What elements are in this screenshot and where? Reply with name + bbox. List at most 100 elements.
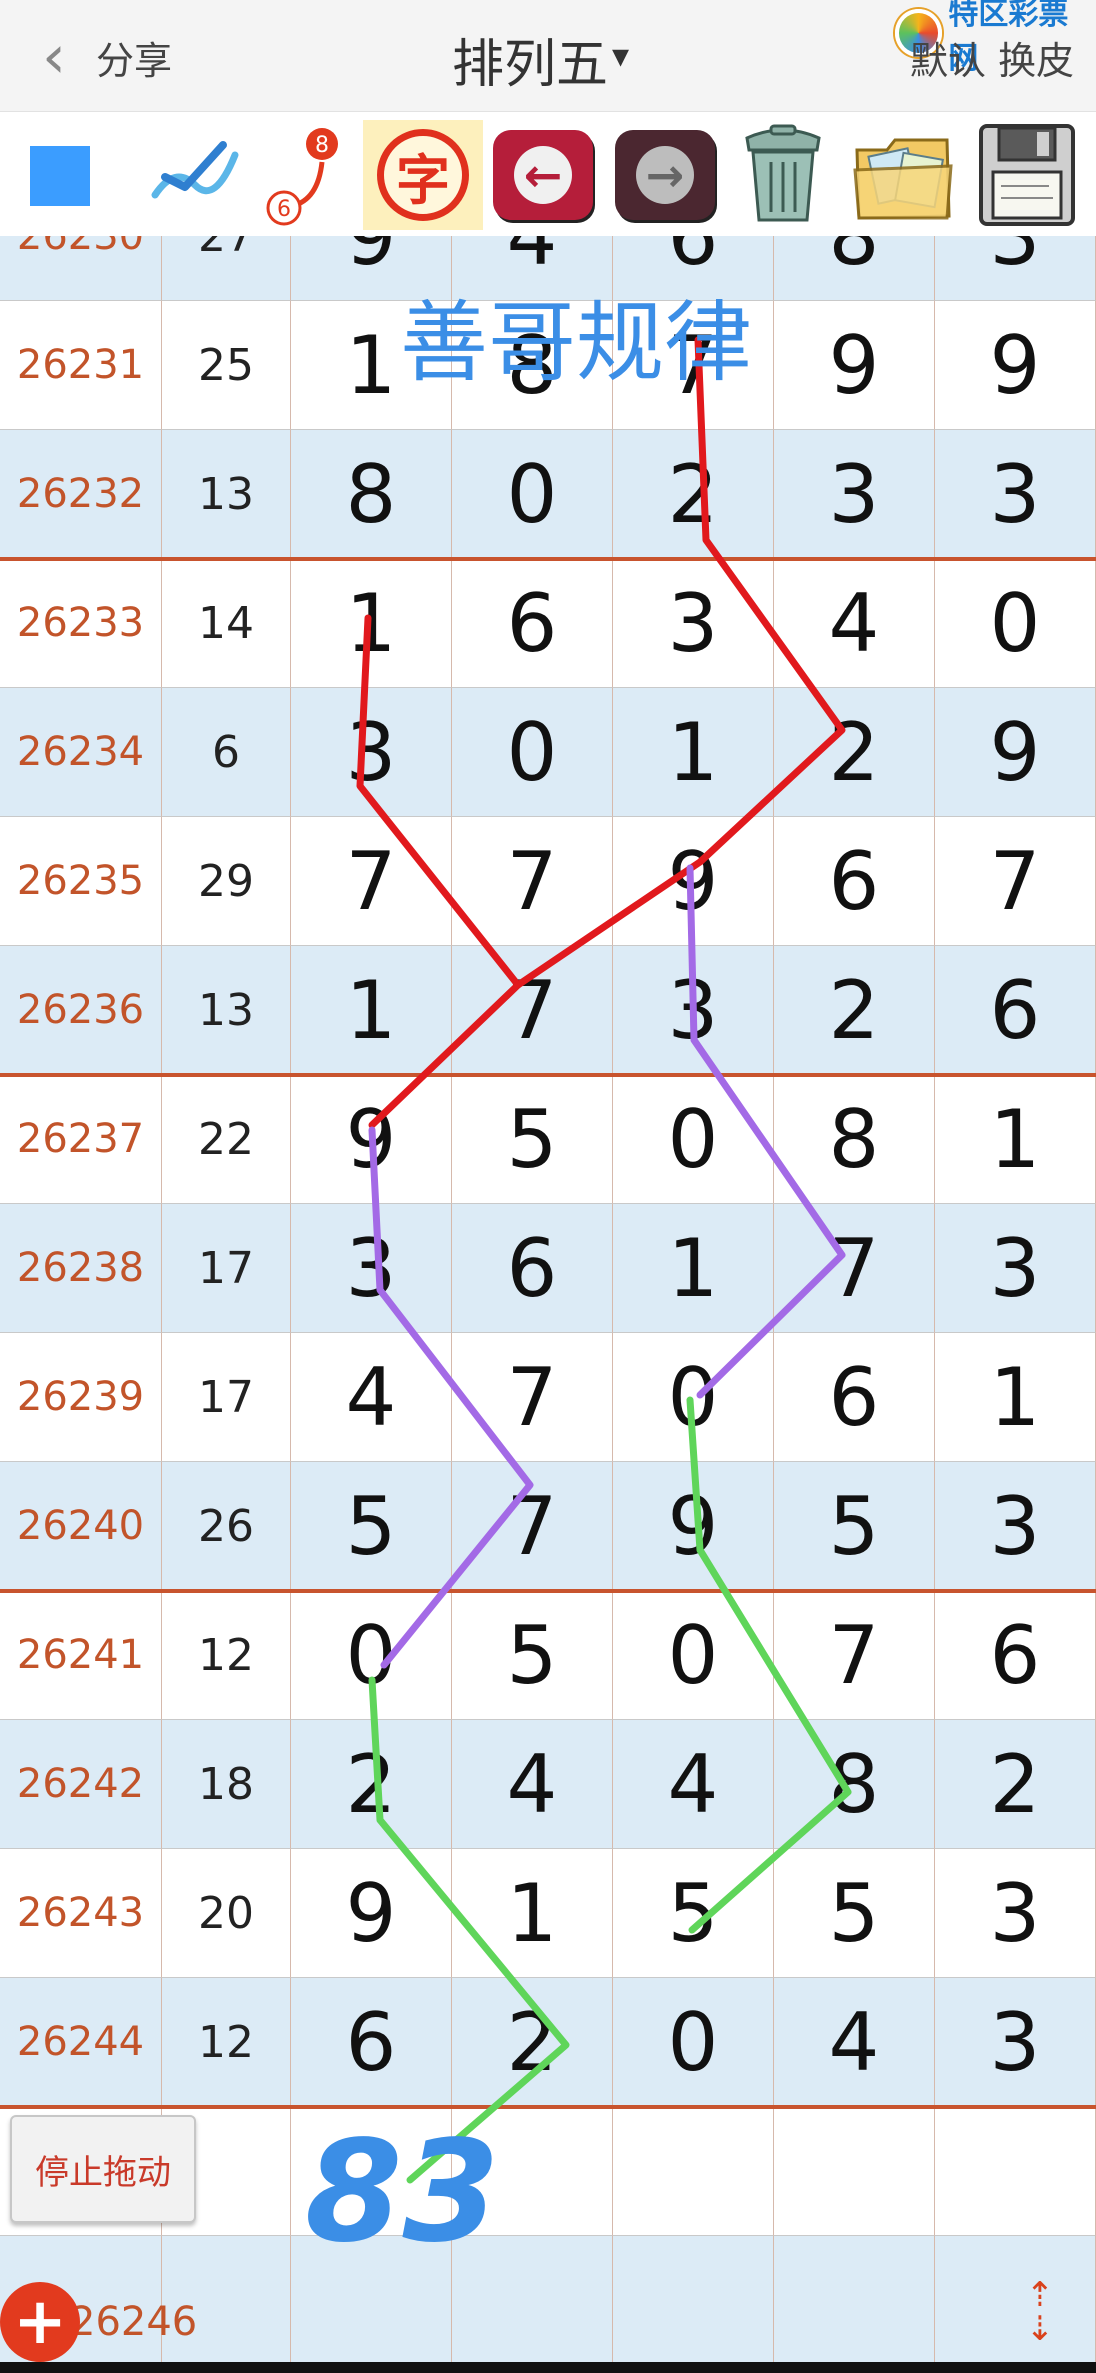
digit-cell-position-3[interactable]: 3 <box>613 946 774 1075</box>
digit-cell-position-4[interactable]: 2 <box>774 688 935 817</box>
digit-cell-position-2[interactable]: 5 <box>452 1075 613 1204</box>
digit-cell-position-5[interactable]: 0 <box>935 559 1096 688</box>
up-down-arrows-icon[interactable]: ⇡ ⇣ <box>1018 2270 1062 2354</box>
digit-cell-position-5[interactable]: 3 <box>935 1204 1096 1333</box>
digit-cell-position-2[interactable]: 4 <box>452 1720 613 1849</box>
digit-cell-position-2[interactable]: 7 <box>452 1333 613 1462</box>
share-button[interactable]: 分享 <box>96 30 172 85</box>
digit-cell-position-1[interactable]: 5 <box>291 1462 452 1591</box>
digit-cell-position-5[interactable]: 3 <box>935 1978 1096 2107</box>
digit-cell-position-3[interactable]: 1 <box>613 1204 774 1333</box>
stop-drag-button[interactable]: 停止拖动 <box>10 2115 196 2223</box>
digit-cell-position-3[interactable]: 1 <box>613 688 774 817</box>
issue-number-cell: 26234 <box>0 688 162 817</box>
digit-cell-position-3[interactable]: 0 <box>613 1075 774 1204</box>
digit-cell-position-4[interactable]: 4 <box>774 1978 935 2107</box>
next-issue-number: 26246 <box>70 2299 198 2345</box>
digit-cell-position-2[interactable]: 0 <box>452 430 613 559</box>
digit-cell-position-1[interactable]: 1 <box>291 946 452 1075</box>
text-tool-button[interactable]: 字 <box>363 120 483 230</box>
digit-cell-position-4[interactable]: 4 <box>774 559 935 688</box>
digit-cell-position-5[interactable]: 3 <box>935 236 1096 301</box>
digit-cell-position-3[interactable]: 3 <box>613 559 774 688</box>
digit-cell-position-4[interactable]: 6 <box>774 817 935 946</box>
lottery-type-selector[interactable]: 排列五 <box>452 22 608 97</box>
empty-cell[interactable] <box>935 2236 1096 2365</box>
empty-cell[interactable] <box>774 2236 935 2365</box>
digit-cell-position-3[interactable]: 4 <box>613 1720 774 1849</box>
digit-cell-position-2[interactable]: 0 <box>452 688 613 817</box>
digit-cell-position-3[interactable]: 2 <box>613 430 774 559</box>
empty-cell[interactable] <box>291 2107 452 2236</box>
digit-cell-position-4[interactable]: 7 <box>774 1591 935 1720</box>
digit-cell-position-1[interactable]: 2 <box>291 1720 452 1849</box>
digit-cell-position-4[interactable]: 8 <box>774 1075 935 1204</box>
color-square-button[interactable] <box>30 146 90 206</box>
digit-cell-position-2[interactable]: 1 <box>452 1849 613 1978</box>
digit-cell-position-4[interactable]: 2 <box>774 946 935 1075</box>
digit-cell-position-3[interactable]: 0 <box>613 1978 774 2107</box>
empty-cell[interactable] <box>452 2236 613 2365</box>
digit-cell-position-5[interactable]: 9 <box>935 688 1096 817</box>
digit-cell-position-2[interactable]: 5 <box>452 1591 613 1720</box>
digit-cell-position-3[interactable]: 5 <box>613 1849 774 1978</box>
pen-tool-button[interactable] <box>140 120 250 230</box>
digit-cell-position-2[interactable]: 6 <box>452 559 613 688</box>
digit-cell-position-3[interactable]: 9 <box>613 817 774 946</box>
digit-cell-position-4[interactable]: 8 <box>774 236 935 301</box>
digit-cell-position-4[interactable]: 3 <box>774 430 935 559</box>
digit-cell-position-3[interactable]: 0 <box>613 1591 774 1720</box>
digit-cell-position-5[interactable]: 6 <box>935 946 1096 1075</box>
digit-cell-position-3[interactable]: 0 <box>613 1333 774 1462</box>
digit-cell-position-5[interactable]: 1 <box>935 1075 1096 1204</box>
digit-cell-position-1[interactable]: 1 <box>291 559 452 688</box>
empty-cell[interactable] <box>291 2236 452 2365</box>
digit-cell-position-1[interactable]: 4 <box>291 1333 452 1462</box>
digit-cell-position-5[interactable]: 3 <box>935 430 1096 559</box>
dropdown-caret-icon[interactable]: ▾ <box>612 36 629 76</box>
empty-cell[interactable] <box>452 2107 613 2236</box>
empty-cell[interactable] <box>613 2236 774 2365</box>
digit-cell-position-2[interactable]: 7 <box>452 817 613 946</box>
digit-cell-position-1[interactable]: 9 <box>291 1849 452 1978</box>
digit-cell-position-1[interactable]: 9 <box>291 1075 452 1204</box>
clear-button[interactable] <box>728 120 838 230</box>
digit-cell-position-2[interactable]: 7 <box>452 946 613 1075</box>
digit-cell-position-2[interactable]: 7 <box>452 1462 613 1591</box>
digit-cell-position-3[interactable]: 9 <box>613 1462 774 1591</box>
digit-cell-position-4[interactable]: 7 <box>774 1204 935 1333</box>
digit-cell-position-4[interactable]: 9 <box>774 301 935 430</box>
undo-button[interactable]: ← <box>493 120 593 230</box>
digit-cell-position-5[interactable]: 3 <box>935 1849 1096 1978</box>
redo-button[interactable]: → <box>615 120 715 230</box>
empty-cell[interactable] <box>935 2107 1096 2236</box>
digit-cell-position-5[interactable]: 2 <box>935 1720 1096 1849</box>
digit-sum-cell: 12 <box>162 1591 291 1720</box>
digit-cell-position-5[interactable]: 3 <box>935 1462 1096 1591</box>
save-button[interactable] <box>968 120 1086 230</box>
digit-cell-position-1[interactable]: 8 <box>291 430 452 559</box>
chevron-left-icon[interactable]: ‹ <box>24 22 84 92</box>
digit-sum-cell: 26 <box>162 1462 291 1591</box>
digit-cell-position-5[interactable]: 1 <box>935 1333 1096 1462</box>
empty-cell[interactable] <box>613 2107 774 2236</box>
gallery-button[interactable] <box>848 120 958 230</box>
digit-cell-position-5[interactable]: 9 <box>935 301 1096 430</box>
digit-cell-position-2[interactable]: 2 <box>452 1978 613 2107</box>
digit-cell-position-1[interactable]: 3 <box>291 688 452 817</box>
digit-cell-position-4[interactable]: 6 <box>774 1333 935 1462</box>
digit-cell-position-5[interactable]: 7 <box>935 817 1096 946</box>
digit-cell-position-1[interactable]: 6 <box>291 1978 452 2107</box>
digit-cell-position-1[interactable]: 7 <box>291 817 452 946</box>
digit-cell-position-2[interactable]: 6 <box>452 1204 613 1333</box>
digit-cell-position-1[interactable]: 3 <box>291 1204 452 1333</box>
digit-cell-position-4[interactable]: 5 <box>774 1462 935 1591</box>
empty-cell[interactable] <box>774 2107 935 2236</box>
plus-icon[interactable]: + <box>0 2282 80 2362</box>
skin-settings-button[interactable]: 默认 换皮 <box>910 30 1074 85</box>
line-tool-button[interactable]: 8 6 <box>258 120 358 230</box>
digit-cell-position-4[interactable]: 8 <box>774 1720 935 1849</box>
digit-cell-position-4[interactable]: 5 <box>774 1849 935 1978</box>
digit-cell-position-1[interactable]: 0 <box>291 1591 452 1720</box>
digit-cell-position-5[interactable]: 6 <box>935 1591 1096 1720</box>
